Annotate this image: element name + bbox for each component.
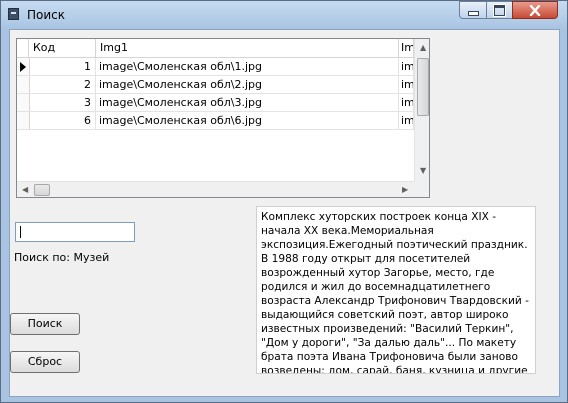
- maximize-icon: [494, 4, 505, 16]
- title-bar[interactable]: Поиск: [1, 1, 567, 29]
- minimize-icon: [467, 10, 479, 16]
- cell-code[interactable]: 6: [29, 112, 96, 129]
- reset-button[interactable]: Сброс: [10, 351, 80, 373]
- close-icon: [529, 4, 541, 16]
- search-window: Поиск Код Img1 Im 1 image\Смоленская обл: [0, 0, 568, 403]
- results-grid[interactable]: Код Img1 Im 1 image\Смоленская обл\1.jpg…: [16, 38, 430, 198]
- maximize-button[interactable]: [486, 1, 513, 19]
- text-caret: [20, 226, 21, 238]
- column-header-code[interactable]: Код: [29, 39, 96, 57]
- scroll-down-icon[interactable]: ▼: [420, 167, 426, 175]
- horizontal-scrollbar[interactable]: ◀ ▶: [17, 181, 414, 197]
- cell-img1[interactable]: image\Смоленская обл\6.jpg: [96, 112, 399, 129]
- description-memo[interactable]: Комплекс хуторских построек конца XIX - …: [256, 206, 536, 374]
- close-button[interactable]: [512, 1, 558, 19]
- cell-img2[interactable]: ima: [399, 112, 414, 129]
- minimize-button[interactable]: [459, 1, 487, 19]
- column-header-img2[interactable]: Im: [399, 39, 414, 57]
- cell-img2[interactable]: ima: [399, 94, 414, 111]
- header-indicator-cell: [17, 39, 29, 57]
- table-row[interactable]: 3 image\Смоленская обл\3.jpg ima: [17, 94, 414, 112]
- window-client-area: Код Img1 Im 1 image\Смоленская обл\1.jpg…: [9, 29, 560, 397]
- scrollbar-corner: [414, 181, 429, 197]
- grid-header: Код Img1 Im: [17, 39, 414, 58]
- cell-img1[interactable]: image\Смоленская обл\2.jpg: [96, 76, 399, 93]
- table-row[interactable]: 2 image\Смоленская обл\2.jpg ima: [17, 76, 414, 94]
- search-button[interactable]: Поиск: [10, 313, 80, 335]
- search-by-label: Поиск по: Музей: [14, 251, 110, 264]
- cell-code[interactable]: 2: [29, 76, 96, 93]
- cell-img1[interactable]: image\Смоленская обл\3.jpg: [96, 94, 399, 111]
- table-row[interactable]: 6 image\Смоленская обл\6.jpg ima: [17, 112, 414, 130]
- scroll-left-icon[interactable]: ◀: [22, 186, 28, 194]
- vertical-scrollbar[interactable]: ▲ ▼: [414, 39, 429, 181]
- column-header-img1[interactable]: Img1: [96, 39, 399, 57]
- cell-code[interactable]: 3: [29, 94, 96, 111]
- scroll-right-icon[interactable]: ▶: [402, 186, 408, 194]
- cell-img2[interactable]: ima: [399, 58, 414, 75]
- scroll-up-icon[interactable]: ▲: [420, 44, 426, 52]
- search-input[interactable]: [15, 222, 135, 242]
- cell-img1[interactable]: image\Смоленская обл\1.jpg: [96, 58, 399, 75]
- app-window-icon: [8, 8, 19, 20]
- window-title: Поиск: [27, 8, 66, 22]
- horizontal-scroll-thumb[interactable]: [34, 184, 50, 196]
- vertical-scroll-thumb[interactable]: [417, 58, 429, 116]
- cell-code[interactable]: 1: [29, 58, 96, 75]
- table-row[interactable]: 1 image\Смоленская обл\1.jpg ima: [17, 58, 414, 76]
- cell-img2[interactable]: ima: [399, 76, 414, 93]
